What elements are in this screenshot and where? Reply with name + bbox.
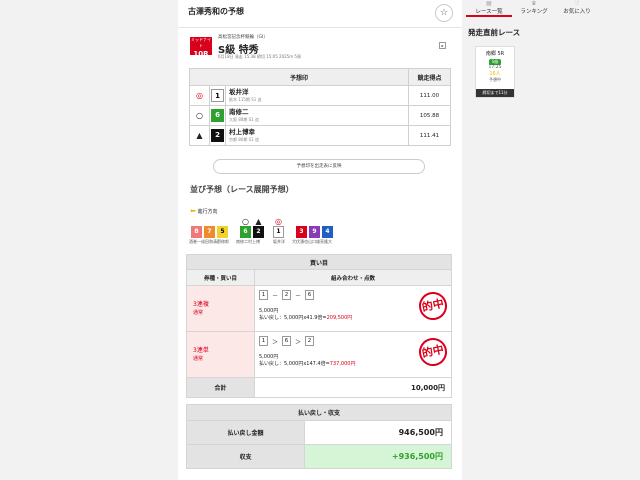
payout-value: 737,000円 [329, 361, 356, 367]
mark-double-circle-icon: ◎ [189, 85, 210, 106]
buy-title: 買い目 [186, 254, 452, 270]
prediction-row: ○ 6 南修二 大阪 88期 S1 追 105.88 [189, 105, 451, 126]
lineup-box: 8 [191, 226, 202, 238]
lineup-box: 2 [253, 226, 264, 238]
prediction-row: ▲ 2 村上博幸 京都 86期 S1 追 111.41 [189, 125, 451, 146]
lineup-box: 5 [217, 226, 228, 238]
race-number: 10R [193, 50, 209, 58]
bike-number-badge: 6 [211, 109, 224, 122]
card-count: 16人 [489, 71, 501, 77]
nav-race-list[interactable]: ▤ レース一覧 [466, 0, 512, 17]
bet-payout: 払い戻し：5,000円x147.4倍=737,000円 [259, 361, 356, 367]
prediction-row: ◎ 1 坂井洋 栃木 115期 S1 逃 111.00 [189, 85, 451, 106]
combo-number: 2 [305, 336, 315, 346]
race-grade-label: ミッドナイト [191, 37, 211, 48]
mark-circle-icon: ○ [242, 217, 249, 226]
direction-indicator: ⬅ 進行方向 [190, 207, 217, 215]
reflect-prediction-button[interactable]: 予想印を出走表に反映 [213, 159, 425, 174]
race-number-badge: ミッドナイト 10R [190, 37, 212, 58]
bike-number-badge: 2 [211, 129, 224, 142]
bet-combination: 1 － 2 － 6 [259, 290, 447, 300]
total-value: 10,000円 [254, 377, 452, 398]
rider-info: 大阪 88期 S1 追 [229, 117, 259, 122]
balance-amount: +936,500円 [304, 444, 452, 469]
lineup-label: 酒巻一成田和清郡修郎 [189, 239, 229, 244]
lineup-box: 7 [204, 226, 215, 238]
lineup-label: 犬伏湧也山口雄亮隆大 [292, 239, 332, 244]
mark-triangle-icon: ▲ [189, 125, 210, 146]
card-venue: 南郷 5R [485, 51, 505, 57]
ranking-icon: ♛ [531, 0, 537, 7]
race-subtitle: 高松宮記念杯競輪（GⅠ） [218, 35, 268, 40]
balance-label: 収支 [186, 444, 305, 469]
prediction-table: 予想印 競走得点 ◎ 1 坂井洋 栃木 115期 S1 逃 111.00 ○ 6 … [189, 68, 451, 146]
combo-separator: ＞ [295, 338, 302, 346]
rider-info: 栃木 115期 S1 逃 [229, 97, 262, 102]
combo-number: 6 [305, 290, 315, 300]
bet-type: 3連複 [193, 301, 209, 308]
direction-label: 進行方向 [197, 209, 218, 215]
divider [178, 27, 462, 28]
bet-subtype: 通常 [193, 310, 204, 316]
chevron-right-icon[interactable]: ▸ [439, 42, 446, 49]
nav-favorite[interactable]: ♡ お気に入り [556, 0, 598, 17]
bet-payout: 払い戻し：5,000円x41.9倍=209,500円 [259, 315, 353, 321]
lineup-box: 6 [240, 226, 251, 238]
star-icon[interactable]: ☆ [435, 4, 453, 22]
card-deadline-bar: 締切まで11分 [476, 89, 514, 97]
mark-circle-icon: ○ [189, 105, 210, 126]
mark-double-circle-icon: ◎ [275, 217, 282, 226]
rider-points: 111.00 [408, 85, 451, 106]
upcoming-race-card[interactable]: 南郷 5R S級 17:25 16人 予想中 締切まで11分 [475, 46, 515, 98]
payout-value: 209,500円 [326, 315, 353, 321]
side-column: ▤ レース一覧 ♛ ランキング ♡ お気に入り 発走直前レース 南郷 5R S級… [462, 0, 640, 480]
bet-row: 3連単 通常 1 ＞ 6 ＞ 2 5,000円 払い戻し：5,000円x147.… [186, 331, 452, 378]
card-pre-label: 予想中 [489, 77, 501, 82]
rider-points: 105.88 [408, 105, 451, 126]
rider-points: 111.41 [408, 125, 451, 146]
lineup-title: 並び予想（レース展開予想） [190, 185, 294, 194]
lineup-label: 坂井洋 [273, 239, 285, 244]
bet-combination: 1 ＞ 6 ＞ 2 [259, 336, 447, 346]
rider-name[interactable]: 坂井洋 [229, 88, 249, 96]
lineup-box: 1 [273, 226, 284, 238]
combo-number: 1 [259, 336, 268, 346]
main-column: 古澤秀和の予想 ☆ ミッドナイト 10R 高松宮記念杯競輪（GⅠ） S級 特秀 … [178, 0, 462, 480]
combo-number: 6 [282, 336, 292, 346]
combo-separator: － [272, 292, 279, 300]
arrow-left-icon: ⬅ [190, 207, 196, 215]
lineup-label: 南修二村上博 [236, 239, 260, 244]
combo-separator: － [295, 292, 302, 300]
prediction-col-mark: 予想印 [189, 68, 409, 86]
lineup-box: 4 [322, 226, 333, 238]
buy-col-combo: 組み合わせ・点数 [254, 269, 452, 286]
race-meta: 6月18日 発走 15:38 締切 15:05 2025m 5周 [218, 54, 301, 59]
rider-name[interactable]: 村上博幸 [229, 128, 255, 136]
bike-number-badge: 1 [211, 89, 224, 102]
buy-table: 買い目 券種・買い目 組み合わせ・点数 3連複 通常 1 － 2 － 6 5,0… [186, 254, 452, 398]
rider-info: 京都 86期 S1 追 [229, 137, 259, 142]
bet-row: 3連複 通常 1 － 2 － 6 5,000円 払い戻し：5,000円x41.9… [186, 285, 452, 332]
total-label: 合計 [186, 377, 255, 398]
upcoming-title: 発走直前レース [468, 28, 521, 37]
buy-col-type: 券種・買い目 [186, 269, 255, 286]
favorite-icon: ♡ [574, 0, 580, 7]
prediction-col-points: 競走得点 [408, 68, 451, 86]
nav-ranking[interactable]: ♛ ランキング [514, 0, 554, 17]
summary-table: 払い戻し・収支 払い戻し金額 946,500円 収支 +936,500円 [186, 404, 452, 469]
payout-amount: 946,500円 [304, 420, 452, 445]
list-icon: ▤ [486, 0, 492, 7]
payout-label: 払い戻し金額 [186, 420, 305, 445]
rider-name[interactable]: 南修二 [229, 108, 249, 116]
page-title: 古澤秀和の予想 [188, 7, 244, 16]
lineup-box: 3 [296, 226, 307, 238]
combo-separator: ＞ [272, 338, 279, 346]
summary-title: 払い戻し・収支 [186, 404, 452, 421]
bet-type: 3連単 [193, 347, 209, 354]
combo-number: 1 [259, 290, 268, 300]
mark-triangle-icon: ▲ [255, 217, 262, 226]
lineup-box: 9 [309, 226, 320, 238]
bet-subtype: 通常 [193, 356, 204, 362]
combo-number: 2 [282, 290, 292, 300]
